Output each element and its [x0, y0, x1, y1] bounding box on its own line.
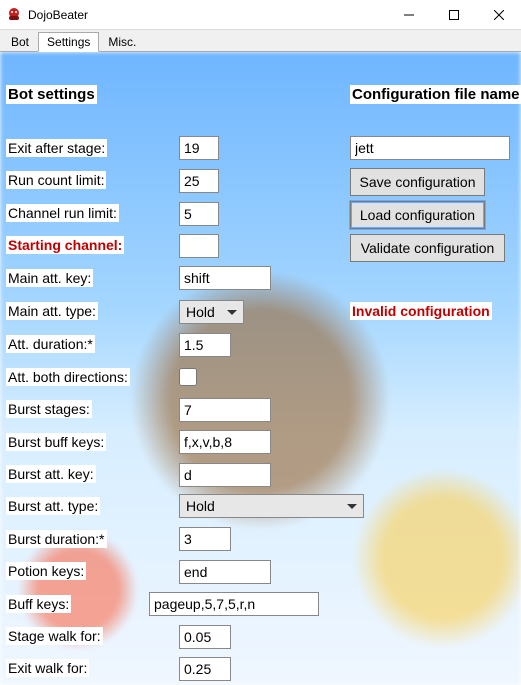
label-burst-buff-keys: Burst buff keys:: [6, 433, 106, 451]
input-exit-after-stage[interactable]: [179, 136, 219, 160]
select-burst-att-type[interactable]: Hold: [179, 494, 364, 518]
label-burst-att-type: Burst att. type:: [6, 497, 100, 515]
label-exit-after-stage: Exit after stage:: [6, 139, 107, 157]
label-starting-channel: Starting channel:: [6, 236, 124, 254]
label-main-att-type: Main att. type:: [6, 302, 98, 320]
input-stage-walk-for[interactable]: [179, 625, 231, 649]
label-att-duration: Att. duration:*: [6, 335, 95, 353]
label-burst-stages: Burst stages:: [6, 400, 92, 418]
label-exit-walk-for: Exit walk for:: [6, 659, 89, 677]
label-stage-walk-for: Stage walk for:: [6, 627, 103, 645]
label-channel-run-limit: Channel run limit:: [6, 204, 119, 222]
tab-bot[interactable]: Bot: [2, 32, 38, 51]
save-configuration-button[interactable]: Save configuration: [350, 168, 485, 196]
input-buff-keys[interactable]: [149, 592, 319, 616]
input-burst-stages[interactable]: [179, 398, 271, 422]
label-main-att-key: Main att. key:: [6, 269, 93, 287]
select-burst-att-type-value: Hold: [186, 498, 215, 514]
maximize-button[interactable]: [431, 0, 476, 30]
label-burst-att-key: Burst att. key:: [6, 465, 96, 483]
label-burst-duration: Burst duration:*: [6, 530, 107, 548]
heading-bot-settings: Bot settings: [6, 85, 97, 104]
label-buff-keys: Buff keys:: [6, 595, 71, 613]
input-burst-duration[interactable]: [179, 527, 231, 551]
input-potion-keys[interactable]: [179, 560, 271, 584]
settings-panel: Bot settings Configuration file name Exi…: [0, 52, 521, 685]
tab-settings[interactable]: Settings: [38, 32, 99, 52]
input-main-att-key[interactable]: [179, 266, 271, 290]
status-message: Invalid configuration: [350, 302, 492, 320]
input-starting-channel[interactable]: [179, 234, 219, 258]
input-exit-walk-for[interactable]: [179, 657, 231, 681]
validate-configuration-button[interactable]: Validate configuration: [350, 234, 505, 262]
checkbox-att-both-directions[interactable]: [179, 368, 197, 386]
minimize-button[interactable]: [386, 0, 431, 30]
input-channel-run-limit[interactable]: [179, 202, 219, 226]
chevron-down-icon: [227, 310, 237, 315]
label-run-count-limit: Run count limit:: [6, 171, 106, 189]
input-burst-att-key[interactable]: [179, 463, 271, 487]
tab-bar: Bot Settings Misc.: [0, 30, 521, 52]
select-main-att-type-value: Hold: [186, 304, 215, 320]
tab-misc[interactable]: Misc.: [99, 32, 145, 51]
close-button[interactable]: [476, 0, 521, 30]
titlebar: DojoBeater: [0, 0, 521, 30]
window-title: DojoBeater: [28, 8, 88, 22]
app-icon: [6, 7, 22, 23]
chevron-down-icon: [347, 504, 357, 509]
label-att-both-directions: Att. both directions:: [6, 368, 130, 386]
label-potion-keys: Potion keys:: [6, 562, 86, 580]
input-run-count-limit[interactable]: [179, 169, 219, 193]
load-configuration-button[interactable]: Load configuration: [350, 201, 485, 229]
input-config-name[interactable]: [350, 136, 510, 160]
heading-config-file-name: Configuration file name: [350, 85, 521, 104]
input-burst-buff-keys[interactable]: [179, 430, 271, 454]
input-att-duration[interactable]: [179, 333, 231, 357]
select-main-att-type[interactable]: Hold: [179, 300, 244, 324]
